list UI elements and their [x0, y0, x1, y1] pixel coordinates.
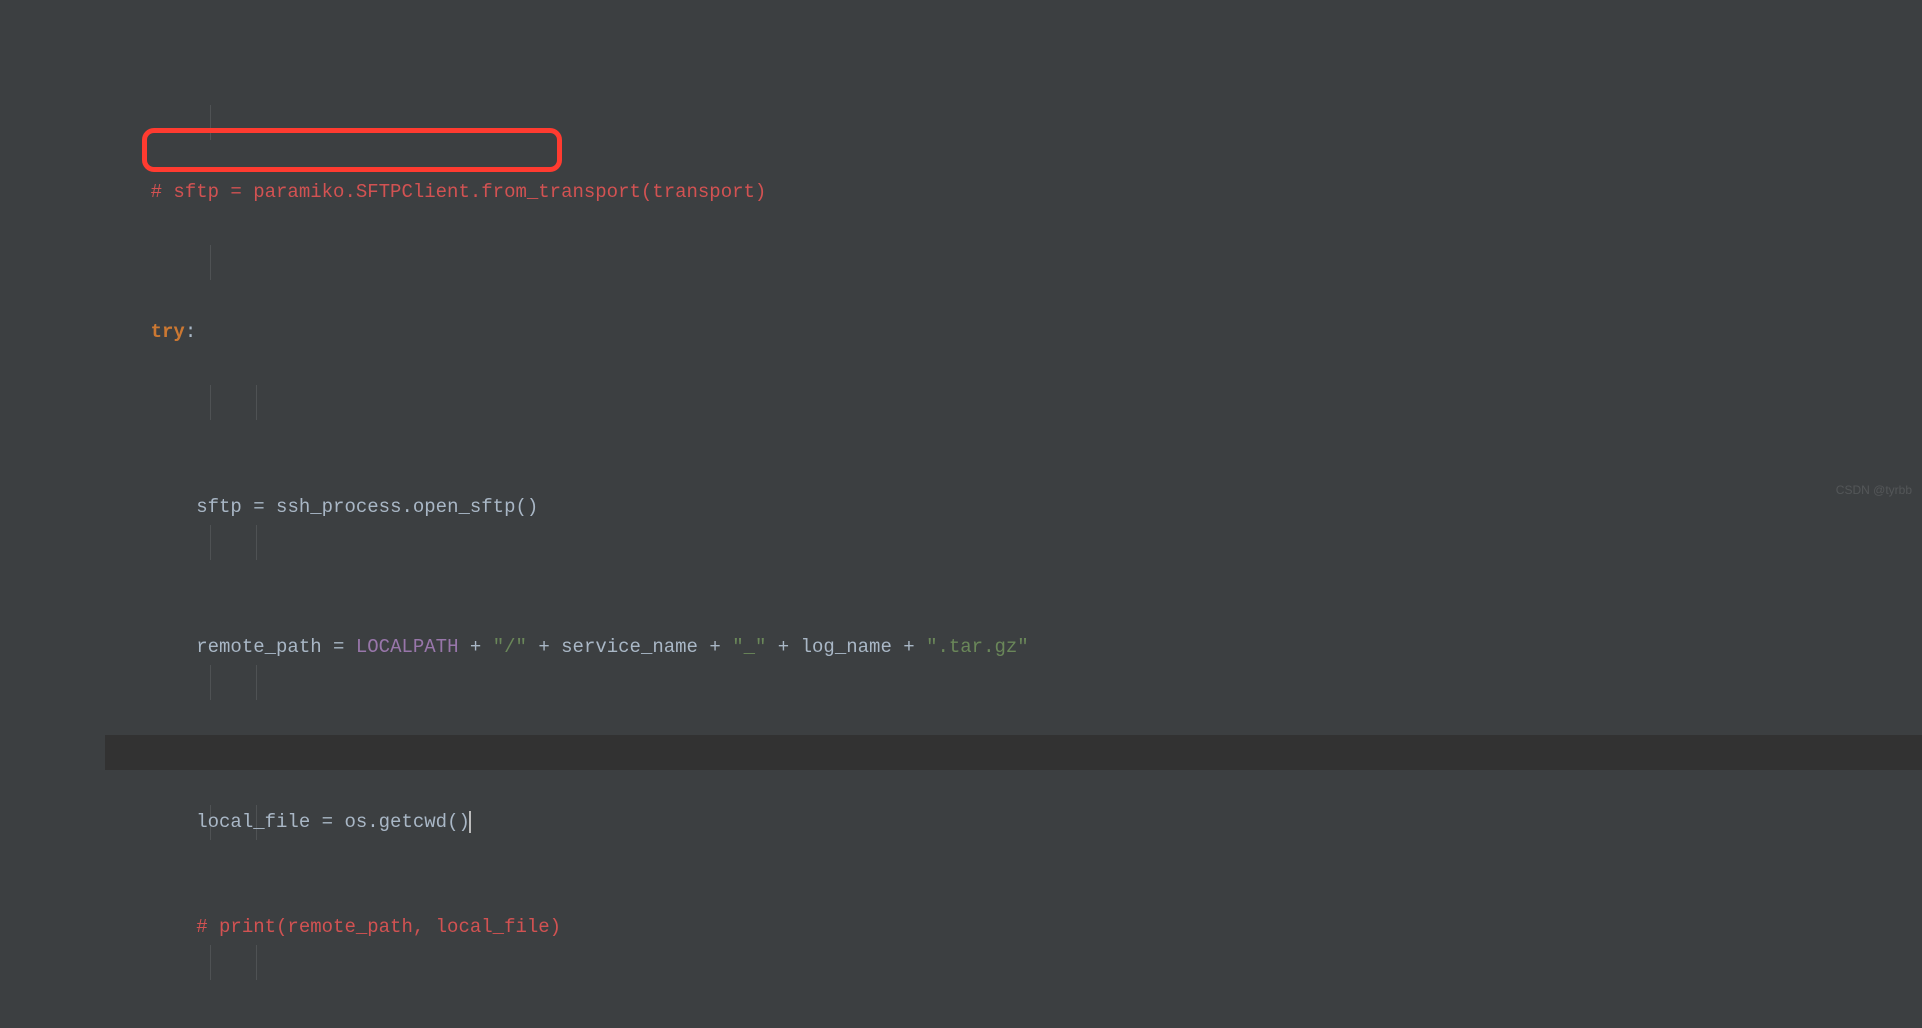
current-line-highlight: [105, 735, 1922, 770]
code-line[interactable]: sftp = ssh_process.open_sftp(): [105, 385, 1922, 420]
code-line[interactable]: sftp.get(remote_path, local_file): [105, 945, 1922, 980]
code-line[interactable]: # sftp = paramiko.SFTPClient.from_transp…: [105, 105, 1922, 140]
code-line[interactable]: remote_path = LOCALPATH + "/" + service_…: [105, 525, 1922, 560]
watermark: CSDN @tyrbb: [1836, 473, 1912, 508]
code-line[interactable]: try:: [105, 245, 1922, 280]
code-editor[interactable]: # sftp = paramiko.SFTPClient.from_transp…: [0, 0, 1922, 1028]
code-line-current[interactable]: local_file = os.getcwd(): [105, 665, 1922, 700]
comment: # sftp = paramiko.SFTPClient.from_transp…: [151, 181, 767, 203]
comment: # print(remote_path, local_file): [196, 916, 561, 938]
text-cursor: [469, 811, 471, 833]
keyword-try: try: [151, 321, 185, 343]
